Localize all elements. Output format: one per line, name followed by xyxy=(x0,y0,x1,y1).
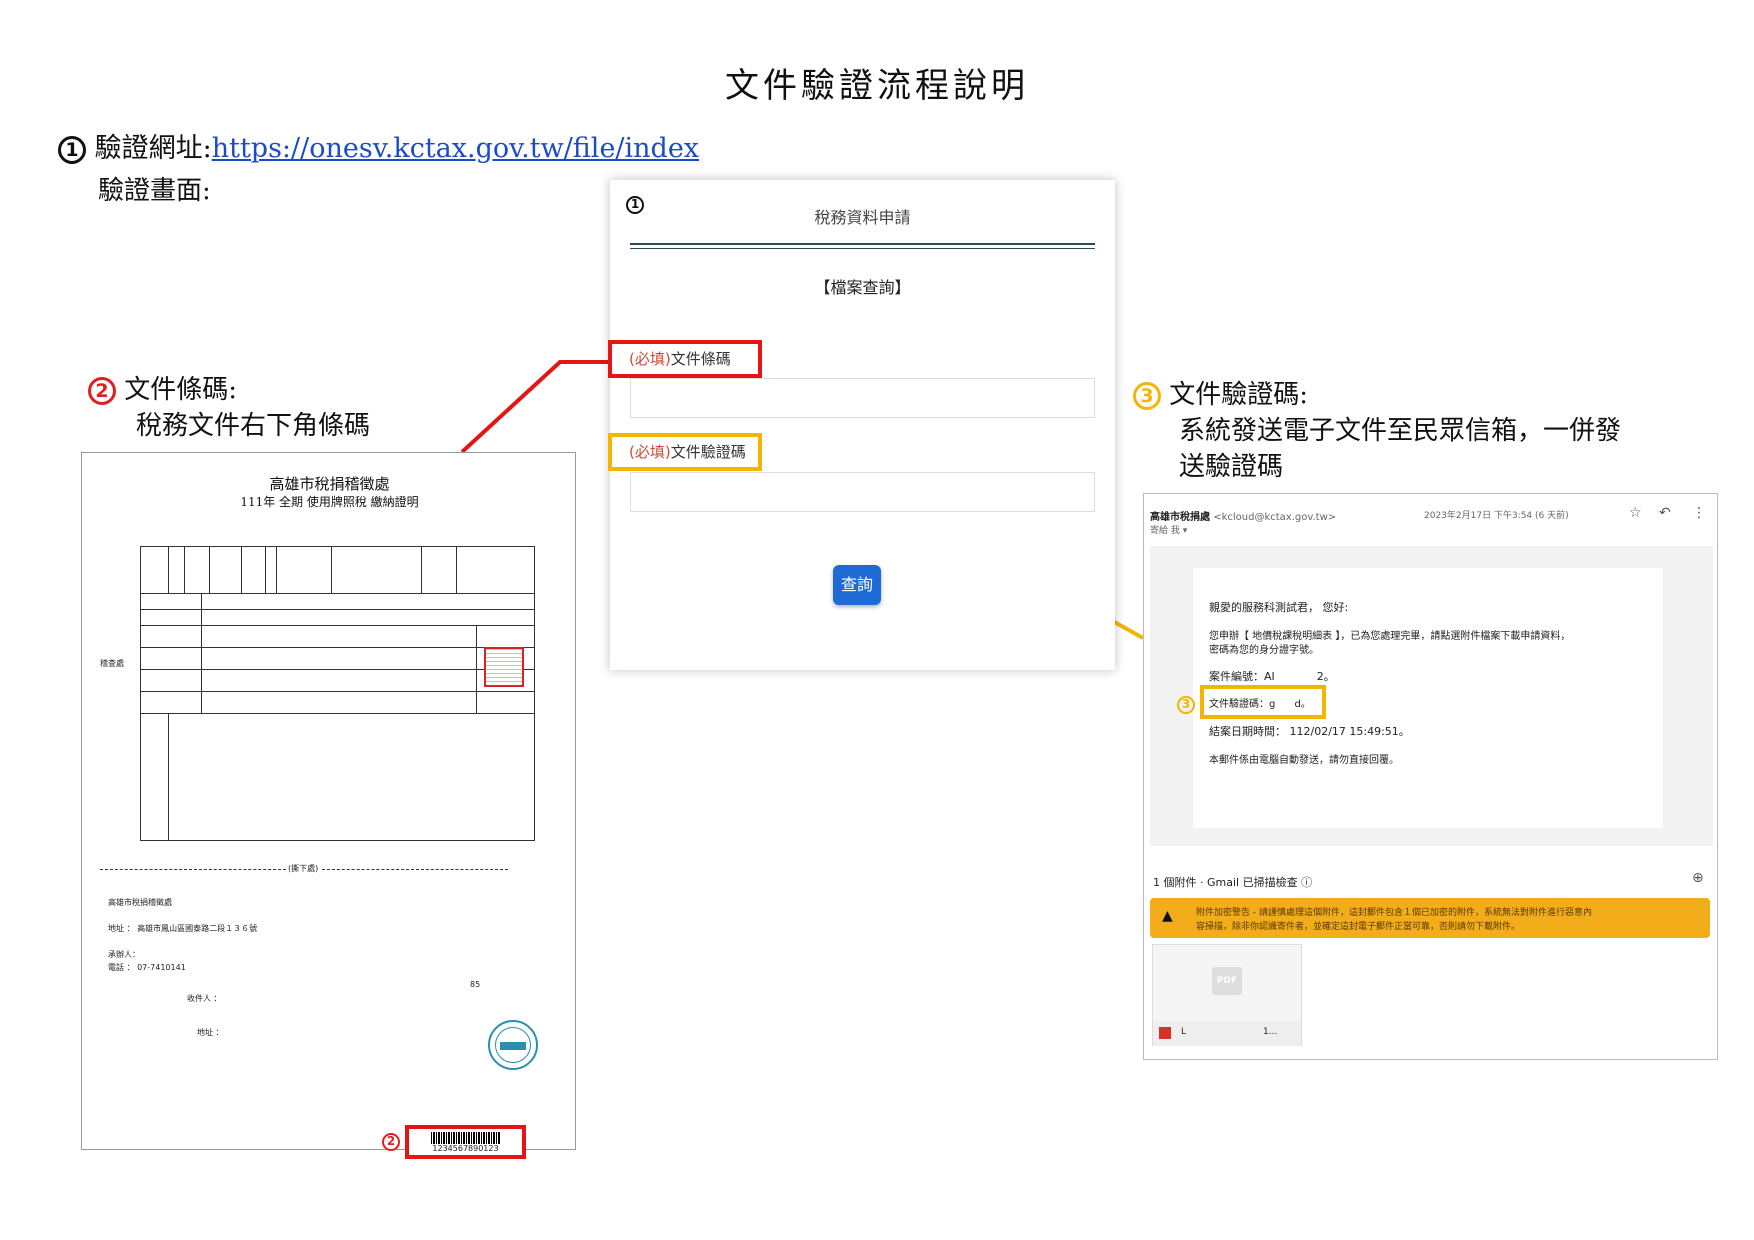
barcode-input[interactable] xyxy=(630,378,1095,418)
email-to: 寄給 我 ▾ xyxy=(1150,526,1188,536)
code-field-label: (必填)文件驗證碼 xyxy=(629,441,746,462)
drive-add-icon[interactable]: ⊕ xyxy=(1692,870,1704,886)
step3-line2: 系統發送電子文件至民眾信箱，一併發 xyxy=(1179,416,1622,446)
attachments-header: 1 個附件 · Gmail 已掃描檢查 ⓘ xyxy=(1153,876,1313,889)
step2-number: 2 xyxy=(88,377,116,405)
email-date: 2023年2月17日 下午3:54 (6 天前) xyxy=(1424,511,1569,521)
email-screenshot: 高雄市稅捐處 <kcloud@kctax.gov.tw> 寄給 我 ▾ 2023… xyxy=(1143,493,1718,1060)
query-button[interactable]: 查詢 xyxy=(833,565,881,605)
sender-name: 高雄市稅捐處 xyxy=(1150,512,1210,523)
pdf-small-icon xyxy=(1159,1027,1171,1039)
cert-address: 地址 ： 高雄市鳳山區國泰路二段１３６號 xyxy=(108,924,258,933)
barcode-number: 1234567890123 xyxy=(432,1144,499,1153)
attachment-size: 1... xyxy=(1263,1027,1278,1037)
barcode-label-text: 文件條碼 xyxy=(670,350,731,368)
email-body-bg: 親愛的服務科測試君， 您好: 您申辦【 地價稅課稅明細表 】，已為您處理完畢，請… xyxy=(1150,546,1713,846)
code-tail: d。 xyxy=(1294,699,1311,710)
email-body2: 密碼為您的身分證字號。 xyxy=(1209,645,1319,656)
email-greeting: 親愛的服務科測試君， 您好: xyxy=(1209,601,1349,614)
step2-line1: 文件條碼: xyxy=(124,375,238,405)
cut-line-label: (撕下處) xyxy=(288,864,319,873)
code-label: 文件驗證碼：g xyxy=(1209,699,1276,710)
cert-phone: 電話 ： 07-7410141 xyxy=(108,963,186,972)
email-case-no: 案件編號：AI 2。 xyxy=(1209,668,1335,684)
pdf-file-icon: PDF xyxy=(1212,967,1242,995)
attachment-footer: L 1... xyxy=(1153,1021,1301,1046)
case-label: 案件編號：AI xyxy=(1209,670,1275,683)
tax-certificate: 高雄市稅捐稽徵處 111年 全期 使用牌照稅 繳納證明 稽查處 (撕下處) 高雄… xyxy=(81,452,576,1159)
cert-sender: 高雄市稅捐稽徵處 xyxy=(108,898,172,907)
blue-round-seal xyxy=(488,1020,538,1070)
code-badge: 3 xyxy=(1177,696,1195,714)
more-icon[interactable]: ⋮ xyxy=(1692,505,1706,521)
email-body1: 您申辦【 地價稅課稅明細表 】，已為您處理完畢，請點選附件檔案下載申請資料， xyxy=(1209,631,1571,642)
code-label-text: 文件驗證碼 xyxy=(670,443,746,461)
red-connector-line xyxy=(460,360,610,454)
warning-line2: 容掃描，除非你認識寄件者，並確定這封電子郵件正當可靠，否則請勿下載附件。 xyxy=(1196,922,1521,932)
required-mark: (必填) xyxy=(629,443,671,461)
warning-line1: 附件加密警告 - 請謹慎處理這個附件，這封郵件包含１個已加密的附件，系統無法對附… xyxy=(1196,908,1592,918)
email-code: 文件驗證碼：g d。 xyxy=(1209,695,1311,710)
barcode-highlight: 1234567890123 xyxy=(405,1125,526,1159)
step3-line1: 文件驗證碼: xyxy=(1169,380,1309,410)
certificate-heading: 111年 全期 使用牌照稅 繳納證明 xyxy=(240,495,419,509)
form-divider xyxy=(630,243,1095,249)
email-content: 親愛的服務科測試君， 您好: 您申辦【 地價稅課稅明細表 】，已為您處理完畢，請… xyxy=(1177,568,1663,828)
warning-icon: ▲ xyxy=(1162,908,1173,924)
certificate-org: 高雄市稅捐稽徵處 xyxy=(269,475,390,493)
email-notice: 本郵件係由電腦自動發送，請勿直接回覆。 xyxy=(1209,755,1399,766)
encryption-warning: ▲ 附件加密警告 - 請謹慎處理這個附件，這封郵件包含１個已加密的附件，系統無法… xyxy=(1150,898,1710,938)
star-icon[interactable]: ☆ xyxy=(1629,505,1642,521)
sender-email: <kcloud@kctax.gov.tw> xyxy=(1213,512,1337,523)
step3-number: 3 xyxy=(1133,382,1161,410)
barcode-bars xyxy=(431,1132,501,1144)
step2-line2: 稅務文件右下角條碼 xyxy=(136,411,371,441)
case-tail: 2。 xyxy=(1316,670,1335,683)
step3-line3: 送驗證碼 xyxy=(1179,452,1284,482)
barcode-badge: 2 xyxy=(382,1133,400,1151)
pdf-attachment-card[interactable]: PDF L 1... xyxy=(1152,944,1302,1046)
cert-recipient-address: 地址 ： xyxy=(197,1028,224,1037)
form-title: 稅務資料申請 xyxy=(814,208,911,227)
form-subtitle: 【檔案查詢】 xyxy=(814,278,911,297)
attachment-name: L xyxy=(1181,1027,1187,1037)
side-label: 稽查處 xyxy=(100,659,124,668)
verification-form: 1 稅務資料申請 【檔案查詢】 (必填)文件條碼 (必填)文件驗證碼 查詢 xyxy=(608,180,1115,670)
email-done-time: 結案日期時間： 112/02/17 15:49:51。 xyxy=(1209,725,1410,738)
cert-number: 85 xyxy=(470,980,481,989)
certificate-table xyxy=(140,546,535,841)
email-sender: 高雄市稅捐處 <kcloud@kctax.gov.tw> xyxy=(1150,508,1336,523)
verification-code-input[interactable] xyxy=(630,472,1095,512)
red-seal-stamp xyxy=(484,647,524,687)
barcode-field-label: (必填)文件條碼 xyxy=(629,348,731,369)
reply-icon[interactable]: ↶ xyxy=(1659,505,1671,521)
step3-heading: 3 文件驗證碼: 系統發送電子文件至民眾信箱，一併發 送驗證碼 xyxy=(1133,377,1621,485)
cert-contact: 承辦人： xyxy=(108,950,140,959)
cert-recipient: 收件人 ： xyxy=(187,994,222,1003)
step2-heading: 2 文件條碼: 稅務文件右下角條碼 xyxy=(88,372,370,444)
required-mark: (必填) xyxy=(629,350,671,368)
